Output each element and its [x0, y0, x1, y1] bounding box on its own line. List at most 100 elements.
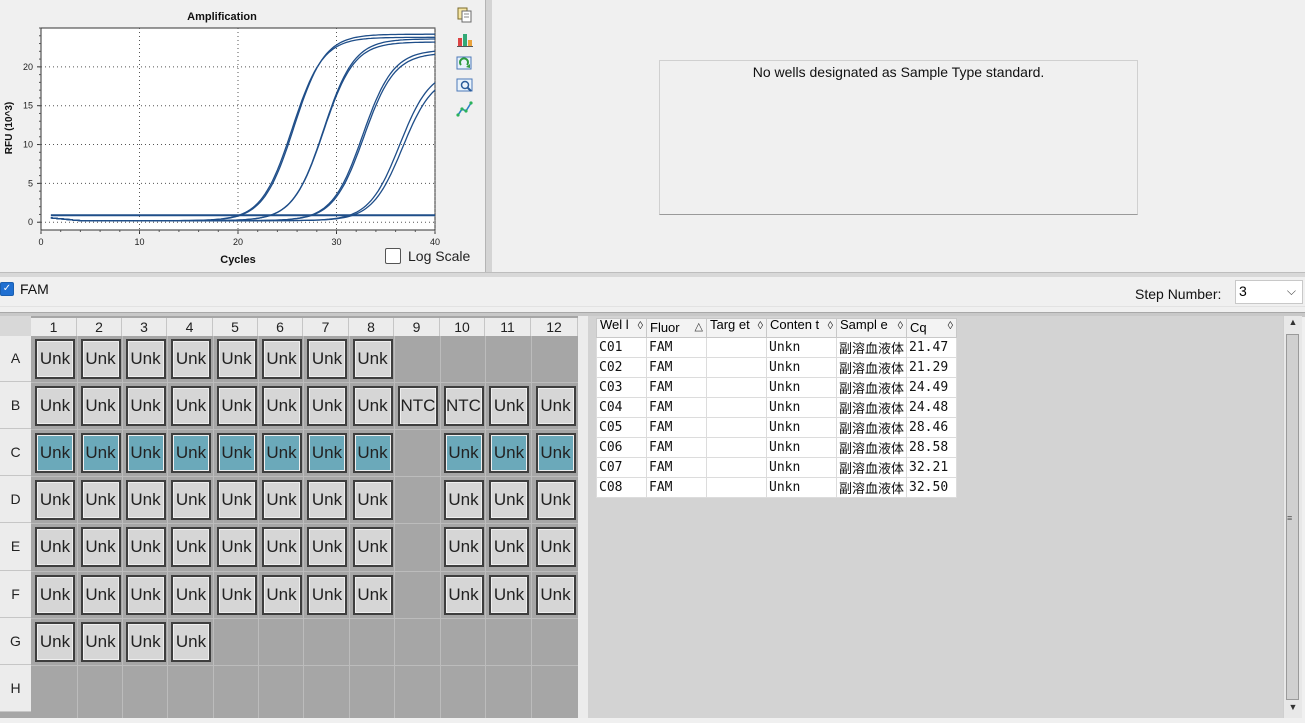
table-cell[interactable] — [706, 417, 767, 438]
plate-well-D8[interactable]: Unk — [352, 479, 393, 520]
plate-well-E1[interactable]: Unk — [35, 527, 75, 567]
table-header-cell[interactable]: Cq ◊ — [906, 318, 958, 338]
plate-well-D11[interactable]: Unk — [489, 479, 529, 520]
plate-column-header-8[interactable]: 8 — [349, 318, 394, 336]
plate-well-B11[interactable]: Unk — [489, 385, 529, 426]
table-cell[interactable]: Unkn — [766, 477, 837, 498]
plate-well-E5[interactable]: Unk — [216, 527, 257, 567]
plate-well-F7[interactable]: Unk — [307, 574, 347, 615]
table-cell[interactable]: C03 — [596, 377, 647, 398]
table-cell[interactable] — [706, 397, 767, 418]
plate-well-E2[interactable]: Unk — [80, 527, 121, 567]
plate-row-header-E[interactable]: E — [0, 523, 31, 571]
plate-column-header-3[interactable]: 3 — [122, 318, 167, 336]
plate-well-F11[interactable]: Unk — [489, 574, 529, 615]
table-cell[interactable]: C01 — [596, 337, 647, 358]
step-number-select[interactable]: 3 ⌵ — [1235, 280, 1303, 304]
plate-well-B9[interactable]: NTC — [398, 385, 438, 426]
table-row[interactable]: C02 FAM Unkn 副溶血液体 21.29 — [596, 357, 958, 378]
table-cell[interactable] — [706, 437, 767, 458]
plate-well-B10[interactable]: NTC — [443, 385, 484, 426]
table-cell[interactable]: 21.29 — [906, 357, 958, 378]
zoom-icon[interactable] — [456, 77, 474, 95]
plate-well-F2[interactable]: Unk — [80, 574, 121, 615]
plate-well-E3[interactable]: Unk — [125, 527, 166, 567]
table-cell[interactable]: 32.21 — [906, 457, 958, 478]
table-header-cell[interactable]: Targ et ◊ — [706, 318, 767, 338]
table-row[interactable]: C04 FAM Unkn 副溶血液体 24.48 — [596, 397, 958, 418]
plate-well-A1[interactable]: Unk — [35, 339, 75, 379]
table-cell[interactable]: FAM — [646, 437, 707, 458]
table-cell[interactable]: C02 — [596, 357, 647, 378]
table-cell[interactable]: 副溶血液体 — [835, 357, 908, 378]
table-header-cell[interactable]: Conten t ◊ — [766, 318, 837, 338]
plate-well-B12[interactable]: Unk — [535, 385, 576, 426]
table-cell[interactable]: FAM — [646, 357, 707, 378]
plate-well-D5[interactable]: Unk — [216, 479, 257, 520]
plate-column-header-5[interactable]: 5 — [213, 318, 258, 336]
plate-well-B2[interactable]: Unk — [80, 385, 121, 426]
plate-well-D4[interactable]: Unk — [171, 479, 211, 520]
plate-well-A4[interactable]: Unk — [171, 339, 211, 379]
plate-well-F3[interactable]: Unk — [125, 574, 166, 615]
table-cell[interactable]: Unkn — [766, 417, 837, 438]
table-cell[interactable]: 副溶血液体 — [835, 377, 908, 398]
plate-row-header-D[interactable]: D — [0, 476, 31, 523]
table-cell[interactable]: Unkn — [766, 357, 837, 378]
plate-well-F4[interactable]: Unk — [171, 574, 211, 615]
table-cell[interactable]: FAM — [646, 477, 707, 498]
export-icon[interactable] — [456, 30, 474, 48]
table-row[interactable]: C05 FAM Unkn 副溶血液体 28.46 — [596, 417, 958, 438]
plate-well-D12[interactable]: Unk — [535, 479, 576, 520]
table-cell[interactable] — [706, 457, 767, 478]
table-cell[interactable]: C04 — [596, 397, 647, 418]
plate-column-header-1[interactable]: 1 — [31, 318, 77, 336]
plate-well-A2[interactable]: Unk — [80, 339, 121, 379]
plate-well-A7[interactable]: Unk — [307, 339, 347, 379]
plate-well-E7[interactable]: Unk — [307, 527, 347, 567]
fam-checkbox[interactable]: ✓ — [0, 282, 14, 296]
table-cell[interactable]: 28.58 — [906, 437, 958, 458]
plate-column-header-9[interactable]: 9 — [394, 318, 440, 336]
table-header-cell[interactable]: Fluor △ — [646, 318, 707, 338]
table-row[interactable]: C06 FAM Unkn 副溶血液体 28.58 — [596, 437, 958, 458]
plate-well-C6[interactable]: Unk — [261, 432, 302, 473]
table-cell[interactable]: C07 — [596, 457, 647, 478]
plate-well-C8[interactable]: Unk — [352, 432, 393, 473]
table-cell[interactable]: 副溶血液体 — [835, 417, 908, 438]
plate-well-C7[interactable]: Unk — [307, 432, 347, 473]
plate-well-C3[interactable]: Unk — [125, 432, 166, 473]
plate-row-header-C[interactable]: C — [0, 429, 31, 476]
plate-well-G3[interactable]: Unk — [125, 621, 166, 662]
table-cell[interactable]: C05 — [596, 417, 647, 438]
plate-well-E11[interactable]: Unk — [489, 527, 529, 567]
plate-column-header-4[interactable]: 4 — [167, 318, 213, 336]
plate-well-F8[interactable]: Unk — [352, 574, 393, 615]
table-cell[interactable]: FAM — [646, 377, 707, 398]
table-cell[interactable] — [706, 357, 767, 378]
plate-well-C10[interactable]: Unk — [443, 432, 484, 473]
table-cell[interactable]: 副溶血液体 — [835, 337, 908, 358]
plate-well-D2[interactable]: Unk — [80, 479, 121, 520]
table-row[interactable]: C03 FAM Unkn 副溶血液体 24.49 — [596, 377, 958, 398]
copy-icon[interactable] — [456, 6, 474, 24]
plate-well-A8[interactable]: Unk — [352, 339, 393, 379]
plate-well-A6[interactable]: Unk — [261, 339, 302, 379]
plate-well-B6[interactable]: Unk — [261, 385, 302, 426]
plate-well-G2[interactable]: Unk — [80, 621, 121, 662]
table-cell[interactable]: 副溶血液体 — [835, 457, 908, 478]
table-row[interactable]: C07 FAM Unkn 副溶血液体 32.21 — [596, 457, 958, 478]
plate-well-D7[interactable]: Unk — [307, 479, 347, 520]
plate-row-header-G[interactable]: G — [0, 618, 31, 665]
refresh-icon[interactable] — [456, 54, 474, 72]
plate-well-B5[interactable]: Unk — [216, 385, 257, 426]
plate-column-header-10[interactable]: 10 — [440, 318, 485, 336]
plate-column-header-2[interactable]: 2 — [77, 318, 122, 336]
table-cell[interactable]: 24.49 — [906, 377, 958, 398]
plate-well-C5[interactable]: Unk — [216, 432, 257, 473]
plate-row-header-B[interactable]: B — [0, 382, 31, 429]
plate-well-F5[interactable]: Unk — [216, 574, 257, 615]
plate-well-F10[interactable]: Unk — [443, 574, 484, 615]
table-cell[interactable]: Unkn — [766, 397, 837, 418]
plate-well-D3[interactable]: Unk — [125, 479, 166, 520]
